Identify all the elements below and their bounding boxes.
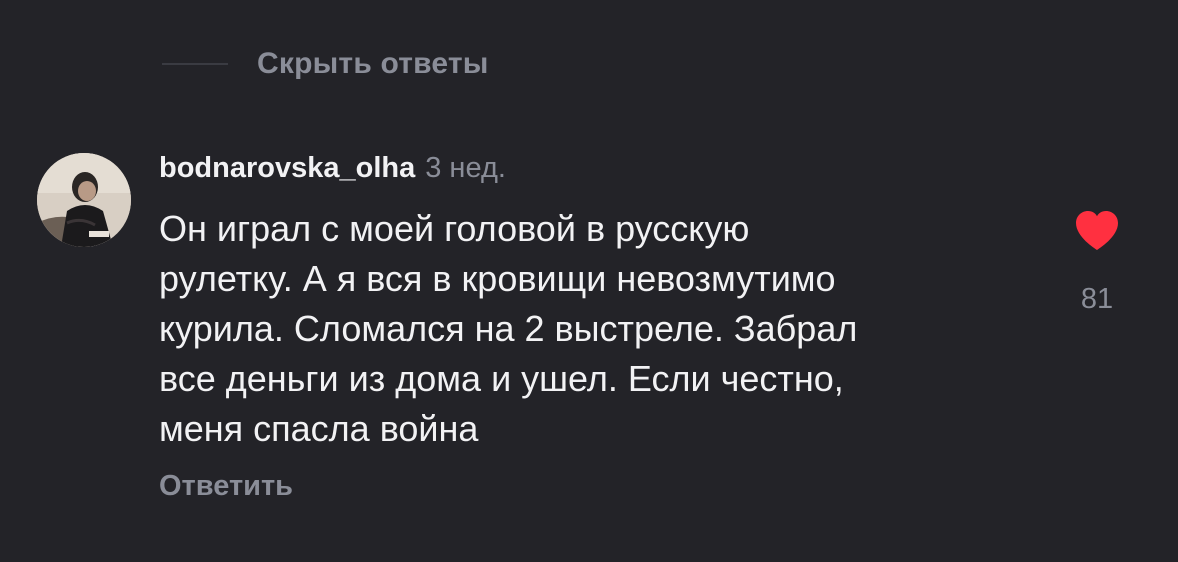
comment-header: bodnarovska_olha 3 нед. xyxy=(159,152,506,192)
hide-replies-label: Скрыть ответы xyxy=(257,47,489,80)
avatar-photo xyxy=(37,153,131,247)
hide-replies-button[interactable]: Скрыть ответы xyxy=(162,44,489,84)
username[interactable]: bodnarovska_olha xyxy=(159,152,415,185)
heart-icon[interactable] xyxy=(1073,208,1121,252)
thread-divider-line xyxy=(162,63,228,65)
avatar[interactable] xyxy=(37,153,131,247)
reply-button[interactable]: Ответить xyxy=(159,470,293,503)
comment-timestamp: 3 нед. xyxy=(425,152,506,184)
like-count: 81 xyxy=(1080,283,1114,315)
comment-text: Он играл с моей головой в русскую рулетк… xyxy=(159,208,858,449)
